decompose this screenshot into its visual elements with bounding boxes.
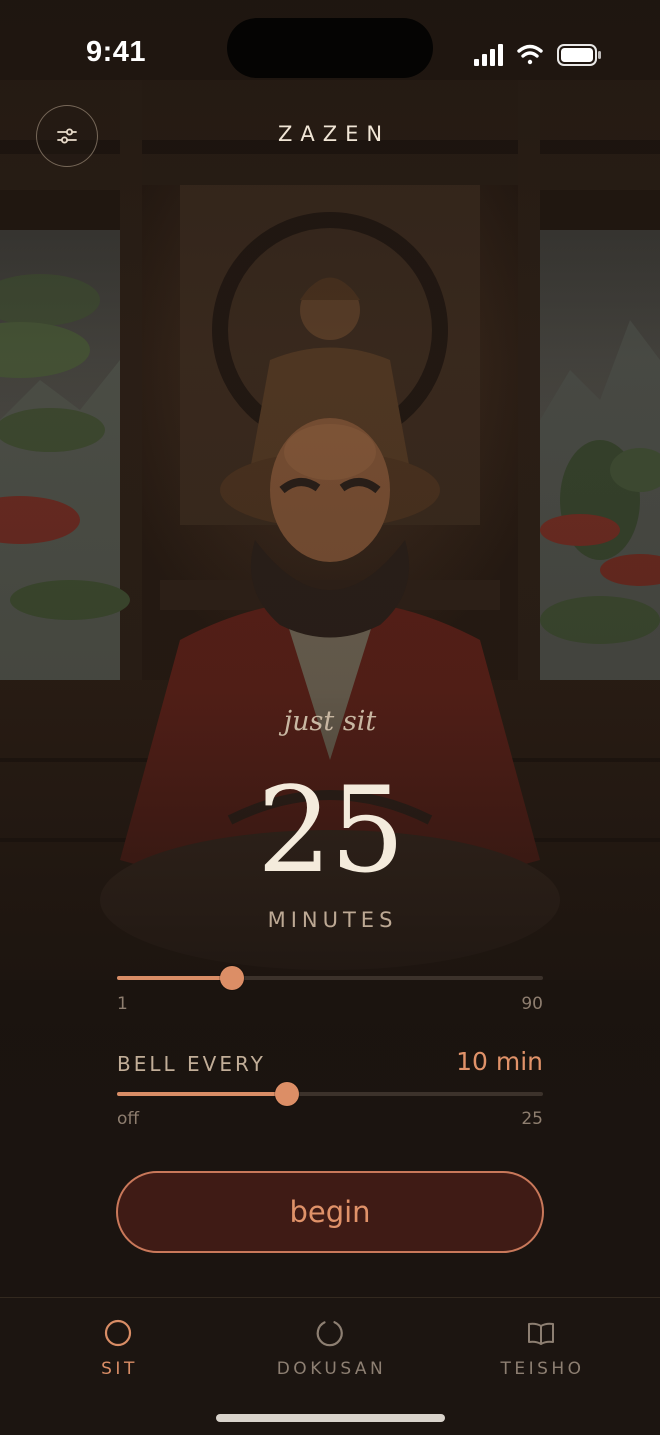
wifi-icon — [517, 44, 543, 65]
cellular-signal-icon — [474, 44, 503, 66]
dynamic-island — [227, 18, 433, 78]
tab-bar: SIT DOKUSAN TEISHO — [0, 1297, 660, 1435]
tab-sit-label: SIT — [101, 1359, 138, 1379]
status-time: 9:41 — [86, 36, 147, 68]
enso-icon — [316, 1321, 343, 1347]
tab-dokusan[interactable]: DOKUSAN — [220, 1298, 440, 1398]
duration-slider-thumb[interactable] — [219, 966, 244, 990]
tab-dokusan-label: DOKUSAN — [276, 1359, 387, 1379]
home-indicator[interactable] — [216, 1414, 445, 1422]
duration-min-label: 1 — [117, 994, 128, 1014]
bell-slider-fill — [117, 1092, 288, 1096]
battery-icon — [557, 44, 601, 66]
tab-sit[interactable]: SIT — [8, 1298, 228, 1398]
mantra-text: just sit — [283, 706, 377, 737]
book-icon — [528, 1322, 554, 1345]
tab-teisho[interactable]: TEISHO — [431, 1298, 651, 1398]
status-bar: 9:41 — [0, 0, 660, 100]
status-icons — [474, 44, 601, 66]
bell-interval-value: 10 min — [456, 1047, 543, 1076]
bell-interval-slider[interactable] — [117, 1082, 543, 1106]
bell-max-label: 25 — [521, 1109, 543, 1129]
duration-slider-fill — [117, 976, 232, 980]
app-title: ZAZEN — [277, 122, 391, 146]
duration-max-label: 90 — [521, 994, 543, 1014]
bell-interval-label: BELL EVERY — [117, 1052, 266, 1076]
begin-button[interactable]: begin — [116, 1171, 544, 1253]
minutes-label: MINUTES — [267, 908, 398, 932]
minutes-value: 25 — [256, 761, 405, 899]
bell-min-label: off — [117, 1109, 140, 1129]
duration-slider[interactable] — [117, 966, 543, 990]
tab-teisho-label: TEISHO — [500, 1359, 585, 1379]
circle-icon — [104, 1319, 132, 1347]
